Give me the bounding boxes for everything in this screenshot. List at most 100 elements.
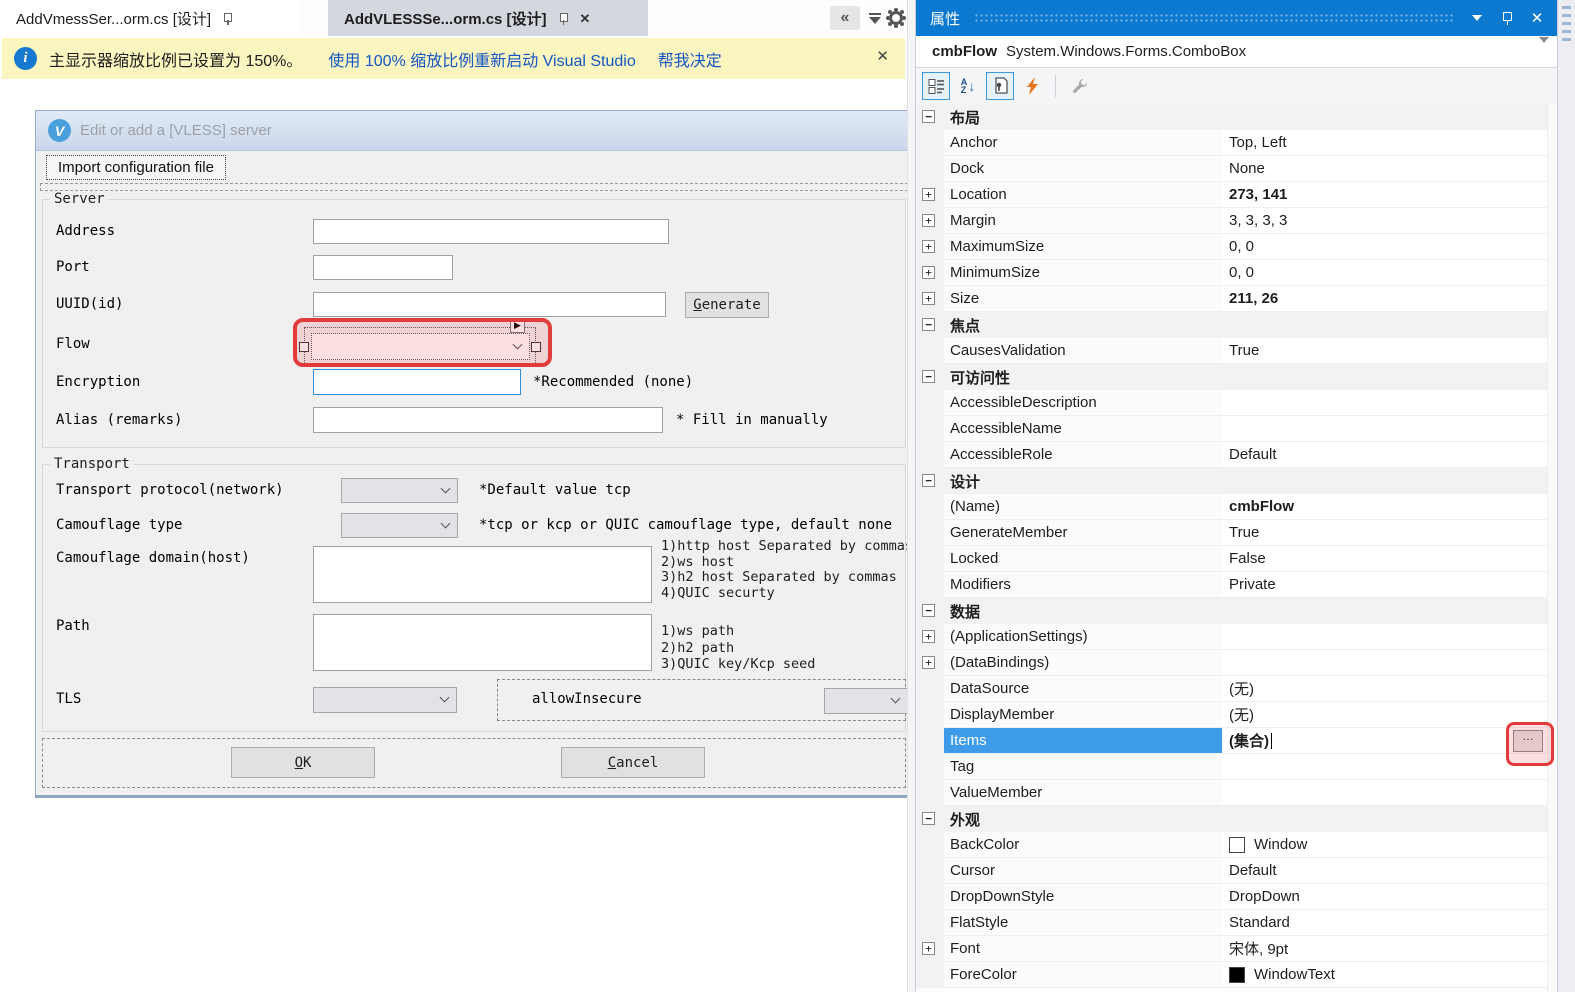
property-row[interactable]: CursorDefault [916,858,1557,884]
property-value[interactable] [1222,624,1557,650]
property-value[interactable] [1222,390,1557,416]
property-row[interactable]: AccessibleRoleDefault [916,442,1557,468]
property-value[interactable]: (集合)… [1222,728,1557,754]
property-row[interactable]: LockedFalse [916,546,1557,572]
property-row[interactable]: BackColorWindow [916,832,1557,858]
property-row[interactable]: AnchorTop, Left [916,130,1557,156]
property-value[interactable]: cmbFlow [1222,494,1557,520]
property-row[interactable]: AccessibleDescription [916,390,1557,416]
collapse-chevrons-icon[interactable]: « [830,6,860,30]
alias-input[interactable] [313,407,663,433]
property-value[interactable]: 0, 0 [1222,260,1557,286]
property-value[interactable]: Private [1222,572,1557,598]
property-row[interactable]: ForeColorWindowText [916,962,1557,988]
tab-addvmess-designer[interactable]: AddVmessSer...orm.cs [设计] [0,0,300,36]
generate-button[interactable]: Generate [685,292,769,318]
category-row[interactable]: −布局 [916,104,1557,130]
property-row[interactable]: +(DataBindings) [916,650,1557,676]
property-row[interactable]: +Margin3, 3, 3, 3 [916,208,1557,234]
property-value[interactable]: False [1222,546,1557,572]
property-value[interactable]: 3, 3, 3, 3 [1222,208,1557,234]
alphabetical-sort-icon[interactable]: AZ ↓ [954,72,982,100]
property-value[interactable]: Default [1222,858,1557,884]
property-value[interactable]: (无) [1222,702,1557,728]
property-row[interactable]: Items(集合)… [916,728,1557,754]
tab-list-dropdown-icon[interactable] [864,6,886,30]
camouflage-type-combobox[interactable] [341,513,458,538]
property-row[interactable]: (Name)cmbFlow [916,494,1557,520]
category-row[interactable]: −焦点 [916,312,1557,338]
property-row[interactable]: +Size211, 26 [916,286,1557,312]
property-value[interactable] [1222,780,1557,806]
help-me-decide-link[interactable]: 帮我决定 [658,47,722,71]
property-pages-icon[interactable] [1065,72,1093,100]
expand-icon[interactable]: + [922,942,935,955]
port-input[interactable] [313,255,453,280]
close-icon[interactable]: ✕ [580,12,591,25]
resize-handle-left[interactable] [299,342,309,352]
chevron-down-icon[interactable] [1539,43,1549,60]
category-row[interactable]: −外观 [916,806,1557,832]
events-icon[interactable] [1018,72,1046,100]
restart-100-link[interactable]: 使用 100% 缩放比例重新启动 Visual Studio [328,47,635,71]
property-value[interactable]: DropDown [1222,884,1557,910]
property-row[interactable]: ModifiersPrivate [916,572,1557,598]
gear-icon[interactable] [884,6,907,30]
property-row[interactable]: +Location273, 141 [916,182,1557,208]
address-input[interactable] [313,219,669,244]
infobar-close-icon[interactable]: ✕ [876,47,889,65]
expand-icon[interactable]: + [922,656,935,669]
encryption-input[interactable] [313,369,521,395]
pin-icon[interactable] [221,12,234,25]
window-menu-icon[interactable] [1467,15,1487,21]
property-value[interactable]: Standard [1222,910,1557,936]
property-row[interactable]: +MinimumSize0, 0 [916,260,1557,286]
expand-icon[interactable]: + [922,266,935,279]
pane-splitter[interactable] [907,0,916,992]
uuid-input[interactable] [313,292,666,317]
property-row[interactable]: +MaximumSize0, 0 [916,234,1557,260]
property-value[interactable]: None [1222,156,1557,182]
tab-addvless-designer[interactable]: AddVLESSSe...orm.cs [设计] ✕ [328,0,648,36]
scrollbar-track[interactable] [1547,104,1557,992]
category-row[interactable]: −设计 [916,468,1557,494]
property-value[interactable]: (无) [1222,676,1557,702]
property-row[interactable]: +(ApplicationSettings) [916,624,1557,650]
property-row[interactable]: DisplayMember(无) [916,702,1557,728]
property-row[interactable]: DockNone [916,156,1557,182]
collapsed-tool-tab-strip[interactable] [1557,0,1575,992]
property-value[interactable]: Window [1222,832,1557,858]
allow-insecure-combobox[interactable] [824,688,907,714]
import-configuration-button[interactable]: Import configuration file [46,155,226,180]
category-row[interactable]: −可访问性 [916,364,1557,390]
property-row[interactable]: Tag [916,754,1557,780]
protocol-combobox[interactable] [341,478,458,503]
property-value[interactable] [1222,754,1557,780]
expand-icon[interactable]: + [922,188,935,201]
property-row[interactable]: DataSource(无) [916,676,1557,702]
property-row[interactable]: +Font宋体, 9pt [916,936,1557,962]
property-value[interactable] [1222,416,1557,442]
flow-combobox[interactable] [311,333,530,360]
property-value[interactable]: WindowText [1222,962,1557,988]
property-value[interactable]: 211, 26 [1222,286,1557,312]
properties-view-icon[interactable] [986,72,1014,100]
tls-combobox[interactable] [313,687,457,713]
pin-icon[interactable] [557,12,570,25]
collapse-icon[interactable]: − [922,318,935,331]
properties-title-bar[interactable]: 属性 ✕ [916,0,1557,36]
cancel-button[interactable]: Cancel [561,747,705,778]
property-row[interactable]: DropDownStyleDropDown [916,884,1557,910]
close-icon[interactable]: ✕ [1527,9,1547,27]
property-value[interactable]: 宋体, 9pt [1222,936,1557,962]
camouflage-host-textarea[interactable] [313,546,652,603]
resize-handle-right[interactable] [531,342,541,352]
category-row[interactable]: −数据 [916,598,1557,624]
property-value[interactable]: 273, 141 [1222,182,1557,208]
property-value[interactable] [1222,650,1557,676]
property-row[interactable]: CausesValidationTrue [916,338,1557,364]
object-selector[interactable]: cmbFlow System.Windows.Forms.ComboBox [916,36,1557,68]
collapse-icon[interactable]: − [922,370,935,383]
property-value[interactable]: True [1222,520,1557,546]
property-value[interactable]: 0, 0 [1222,234,1557,260]
